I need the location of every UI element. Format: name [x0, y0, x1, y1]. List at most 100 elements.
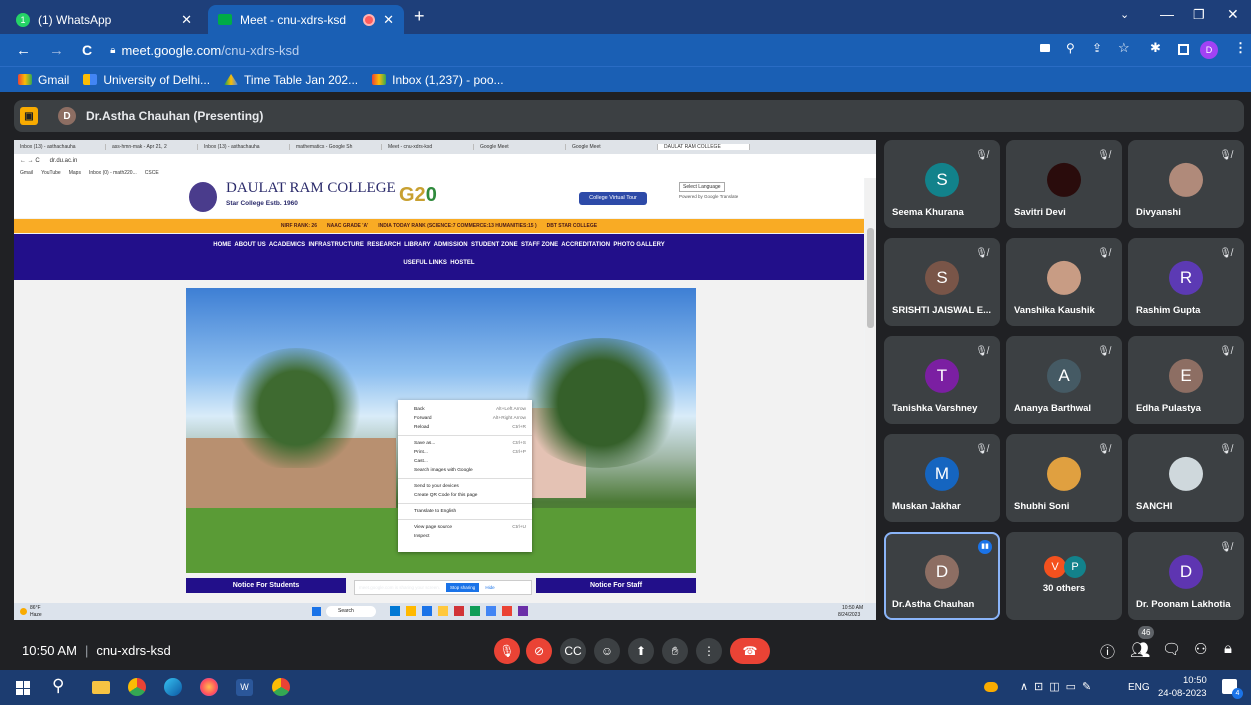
bookmark-du[interactable]: University of Delhi...: [83, 73, 210, 87]
context-menu-item[interactable]: Send to your devices: [398, 482, 532, 491]
notice-staff[interactable]: Notice For Staff: [536, 578, 696, 593]
close-tab-icon[interactable]: ✕: [181, 12, 192, 28]
url-path: /cnu-xdrs-ksd: [221, 42, 300, 58]
leave-call-button[interactable]: ☎︎: [730, 638, 770, 664]
context-menu-item[interactable]: Back Alt+Left Arrow: [398, 405, 532, 414]
file-explorer-icon[interactable]: [92, 681, 110, 694]
chat-icon[interactable]: 🗨︎: [1162, 640, 1181, 658]
shared-scrollbar[interactable]: [865, 178, 876, 620]
camera-off-button[interactable]: ⊘: [526, 638, 552, 664]
host-controls-icon[interactable]: 🔒︎: [1224, 640, 1232, 657]
context-menu-item[interactable]: Create QR Code for this page: [398, 491, 532, 500]
virtual-tour-button[interactable]: College Virtual Tour: [579, 192, 647, 205]
word-icon[interactable]: W: [236, 679, 253, 696]
windows-start-icon[interactable]: [312, 607, 321, 616]
sidepanel-icon[interactable]: [1178, 44, 1189, 55]
tab-meet[interactable]: Meet - cnu-xdrs-ksd ✕: [208, 5, 404, 34]
bookmark-timetable[interactable]: Time Table Jan 202...: [224, 73, 358, 87]
bookmark-inbox[interactable]: Inbox (1,237) - poo...: [372, 73, 504, 87]
new-tab-icon[interactable]: +: [414, 6, 425, 27]
participant-tile[interactable]: S Seema Khurana 🎙︎̸: [884, 140, 1000, 228]
present-screen-icon[interactable]: ▣: [20, 107, 38, 125]
reload-icon[interactable]: C: [82, 42, 92, 58]
context-menu-item[interactable]: Reload Ctrl+R: [398, 423, 532, 432]
context-menu-item[interactable]: View page source Ctrl+U: [398, 523, 532, 532]
context-menu-item[interactable]: Translate to English: [398, 507, 532, 516]
maximize-icon[interactable]: ❐: [1193, 7, 1205, 23]
context-menu-item[interactable]: Forward Alt+Right Arrow: [398, 414, 532, 423]
lock-icon: 🔒︎: [110, 44, 116, 56]
edge-icon[interactable]: [164, 678, 182, 696]
participant-tile[interactable]: M Muskan Jakhar 🎙︎̸: [884, 434, 1000, 522]
participant-tile[interactable]: D Dr.Astha Chauhan ▮▮: [884, 532, 1000, 620]
participant-tile[interactable]: S SRISHTI JAISWAL E... 🎙︎̸: [884, 238, 1000, 326]
avatar: R: [1169, 260, 1203, 295]
clock-date[interactable]: 24-08-2023: [1158, 688, 1207, 699]
college-nav-row1[interactable]: HOME ABOUT US ACADEMICS INFRASTRUCTURE R…: [14, 242, 864, 248]
info-icon[interactable]: ⓘ: [1100, 641, 1115, 662]
mic-off-button[interactable]: 🎙︎: [494, 638, 520, 664]
participant-tile[interactable]: T Tanishka Varshney 🎙︎̸: [884, 336, 1000, 424]
close-window-icon[interactable]: ✕: [1227, 6, 1239, 23]
notice-students[interactable]: Notice For Students: [186, 578, 346, 593]
college-nav-row2[interactable]: USEFUL LINKS HOSTEL: [14, 260, 864, 266]
reactions-button[interactable]: ☺: [594, 638, 620, 664]
zoom-icon[interactable]: ⚲: [1066, 41, 1075, 55]
activities-icon[interactable]: ⚇: [1194, 640, 1207, 658]
participant-tile[interactable]: Shubhi Soni 🎙︎̸: [1006, 434, 1122, 522]
tray-icons[interactable]: ∧⊡◫▭✎: [1020, 680, 1097, 693]
tab-whatsapp[interactable]: 1 (1) WhatsApp ✕: [6, 5, 202, 34]
people-icon[interactable]: 👥︎: [1130, 640, 1150, 660]
mic-muted-icon: 🎙︎̸: [1219, 444, 1232, 455]
context-menu-item[interactable]: Cast...: [398, 457, 532, 466]
context-menu-item[interactable]: Inspect: [398, 532, 532, 541]
forward-icon[interactable]: →: [49, 42, 64, 59]
url-field[interactable]: meet.google.com/cnu-xdrs-ksd: [121, 43, 299, 58]
participant-tile[interactable]: E Edha Pulastya 🎙︎̸: [1128, 336, 1244, 424]
language-indicator[interactable]: ENG: [1128, 682, 1150, 693]
share-icon[interactable]: ⇪: [1092, 41, 1102, 55]
profile-avatar[interactable]: D: [1200, 41, 1218, 59]
bookmark-star-icon[interactable]: ☆: [1118, 40, 1130, 56]
meeting-code: cnu-xdrs-ksd: [96, 642, 171, 658]
extensions-icon[interactable]: ✱: [1150, 40, 1161, 56]
participant-tile[interactable]: SANCHI 🎙︎̸: [1128, 434, 1244, 522]
shared-taskbar-apps: [390, 606, 528, 616]
menu-item-shortcut: Ctrl+R: [512, 425, 526, 430]
hide-button[interactable]: Hide: [485, 585, 494, 590]
participant-tile[interactable]: Vanshika Kaushik 🎙︎̸: [1006, 238, 1122, 326]
chrome-icon[interactable]: [272, 678, 290, 696]
context-menu-item[interactable]: Save as... Ctrl+S: [398, 439, 532, 448]
more-options-button[interactable]: ⋮: [696, 638, 722, 664]
clock-time[interactable]: 10:50: [1183, 675, 1207, 686]
select-language[interactable]: Select Language: [679, 182, 725, 192]
participant-tile[interactable]: D Dr. Poonam Lakhotia 🎙︎̸: [1128, 532, 1244, 620]
close-tab-icon[interactable]: ✕: [383, 12, 394, 28]
shared-tab: Google Meet: [566, 144, 658, 150]
participant-tile[interactable]: V P 30 others: [1006, 532, 1122, 620]
present-button[interactable]: ⬆: [628, 638, 654, 664]
raise-hand-button[interactable]: ✋︎: [662, 638, 688, 664]
participant-tile[interactable]: A Ananya Barthwal 🎙︎̸: [1006, 336, 1122, 424]
stop-sharing-button[interactable]: Stop sharing: [446, 583, 480, 592]
menu-item-shortcut: Alt+Right Arrow: [492, 416, 526, 421]
participant-tile[interactable]: Savitri Devi 🎙︎̸: [1006, 140, 1122, 228]
minimize-icon[interactable]: —: [1160, 6, 1174, 22]
back-icon[interactable]: ←: [16, 42, 31, 59]
captions-button[interactable]: CC: [560, 638, 586, 664]
context-menu-item[interactable]: Print... Ctrl+P: [398, 448, 532, 457]
windows-start-icon[interactable]: [16, 681, 30, 695]
camera-icon[interactable]: [1040, 44, 1050, 52]
participant-tile[interactable]: Divyanshi 🎙︎̸: [1128, 140, 1244, 228]
tab-search-icon[interactable]: ⌄: [1120, 8, 1129, 21]
bookmark-gmail[interactable]: Gmail: [18, 73, 69, 87]
weather-widget-icon[interactable]: [984, 682, 998, 692]
shared-search[interactable]: Search: [326, 606, 376, 617]
menu-kebab-icon[interactable]: ⋮: [1234, 40, 1247, 56]
search-icon[interactable]: ⚲: [52, 676, 64, 696]
chrome-dev-icon[interactable]: [128, 678, 146, 696]
context-menu-item[interactable]: Search images with Google: [398, 466, 532, 475]
firefox-icon[interactable]: [200, 678, 218, 696]
participant-tile[interactable]: R Rashim Gupta 🎙︎̸: [1128, 238, 1244, 326]
shared-tab: mathematics - Google Sh: [290, 144, 382, 150]
